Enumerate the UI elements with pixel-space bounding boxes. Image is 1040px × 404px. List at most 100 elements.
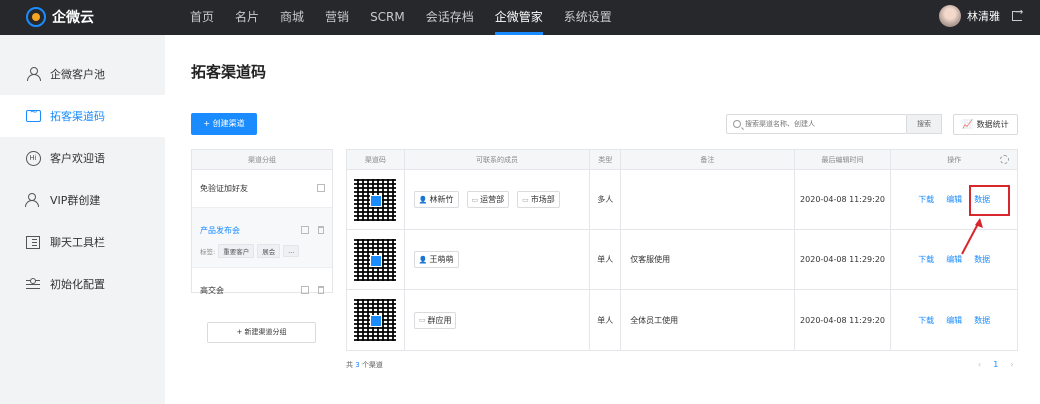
nav-item-cards[interactable]: 名片 (235, 0, 259, 35)
channel-group-panel: 渠道分组 免验证加好友 产品发布会 标签: 重要客户 展会 ... 高交会 (191, 149, 333, 295)
page-number[interactable]: 1 (993, 360, 998, 369)
table-row: 👤 王萌萌 单人 仅客服使用 2020-04-08 11:29:20 下载 编辑 … (347, 230, 1017, 290)
tag-more[interactable]: ... (283, 245, 300, 257)
sidebar-item-label: 客户欢迎语 (50, 152, 105, 165)
hi-icon: Hi (25, 150, 41, 166)
chat-icon (25, 107, 41, 124)
channel-count: 共 3 个渠道 (346, 360, 383, 370)
data-stats-button[interactable]: 📈 数据统计 (953, 114, 1018, 135)
pagination: ‹ 1 › (978, 360, 1014, 369)
folder-icon: ▭ (471, 195, 479, 204)
member-name: 运营部 (480, 195, 505, 204)
folder-icon: ▭ (418, 316, 426, 324)
member-name: 市场部 (530, 195, 555, 204)
data-link[interactable]: 数据 (974, 315, 990, 326)
highlight-box (969, 185, 1010, 216)
group-panel-header: 渠道分组 (192, 150, 332, 170)
nav-item-chat-archive[interactable]: 会话存档 (426, 0, 474, 35)
person-icon (25, 66, 41, 82)
table-row: 👤 林新竹 ▭ 运营部 ▭ 市场部 多人 2020-04-08 11:29:20 下载… (347, 170, 1017, 230)
nav-item-home[interactable]: 首页 (190, 0, 214, 35)
column-header: 可联系的成员 (405, 150, 591, 169)
user-name: 林清雅 (967, 10, 1000, 23)
edit-icon[interactable] (317, 184, 325, 192)
tag: 展会 (257, 244, 281, 258)
delete-icon[interactable] (318, 226, 324, 234)
column-header: 备注 (621, 150, 795, 169)
download-link[interactable]: 下载 (918, 315, 934, 326)
member-chip: 👤 林新竹 (413, 191, 459, 208)
sidebar-item-init-config[interactable]: 初始化配置 (0, 263, 165, 305)
new-group-button[interactable]: + 新建渠道分组 (207, 322, 316, 343)
brand-logo-icon (26, 7, 46, 27)
search-button[interactable]: 搜索 (907, 114, 942, 134)
create-channel-button[interactable]: + 创建渠道 (191, 113, 257, 135)
note-cell: 仅客服使用 (621, 230, 795, 289)
annotation-arrow-icon (961, 218, 983, 255)
gear-icon[interactable] (1000, 155, 1009, 164)
tag: 重要客户 (218, 244, 255, 258)
nav-item-marketing[interactable]: 营销 (325, 0, 349, 35)
column-header: 渠道码 (347, 150, 405, 169)
nav-item-scrm[interactable]: SCRM (370, 0, 405, 35)
download-link[interactable]: 下载 (918, 254, 934, 265)
search-box[interactable] (726, 114, 907, 134)
edit-icon[interactable] (301, 286, 309, 294)
member-chip: ▭ 群应用 (413, 311, 457, 329)
count-prefix: 共 (346, 361, 353, 369)
user-menu[interactable]: 林清雅 (939, 5, 1023, 27)
group-item[interactable]: 高交会 (192, 268, 332, 310)
chart-icon: 📈 (962, 119, 974, 130)
qr-code-icon[interactable] (354, 178, 397, 221)
group-name: 免验证加好友 (200, 184, 248, 193)
sidebar-item-welcome-message[interactable]: Hi 客户欢迎语 (0, 137, 165, 179)
group-name: 高交会 (200, 286, 224, 295)
edit-icon[interactable] (301, 226, 309, 234)
type-cell: 单人 (590, 230, 622, 289)
logout-icon[interactable] (1012, 7, 1023, 21)
main-nav: 首页 名片 商城 营销 SCRM 会话存档 企微管家 系统设置 (190, 0, 633, 35)
top-bar: 企微云 首页 名片 商城 营销 SCRM 会话存档 企微管家 系统设置 林清雅 (0, 0, 1040, 35)
group-item[interactable]: 免验证加好友 (192, 170, 332, 208)
sidebar: 企微客户池 拓客渠道码 Hi 客户欢迎语 VIP群创建 聊天工具栏 初始化配置 (0, 35, 165, 404)
delete-icon[interactable] (318, 286, 324, 294)
page-title: 拓客渠道码 (191, 63, 267, 81)
table-header: 渠道码 可联系的成员 类型 备注 最后编辑时间 操作 (347, 150, 1017, 170)
type-cell: 多人 (590, 170, 622, 229)
group-tags: 标签: 重要客户 展会 ... (200, 244, 300, 258)
slider-icon (25, 276, 41, 292)
type-cell: 单人 (590, 290, 622, 350)
sidebar-item-chat-toolbar[interactable]: 聊天工具栏 (0, 221, 165, 263)
sidebar-item-customer-pool[interactable]: 企微客户池 (0, 53, 165, 95)
sidebar-item-channel-code[interactable]: 拓客渠道码 (0, 95, 165, 137)
search-input[interactable] (745, 120, 895, 128)
next-page-icon[interactable]: › (1010, 360, 1013, 369)
member-name: 王萌萌 (429, 255, 454, 264)
sidebar-item-label: 初始化配置 (50, 278, 105, 291)
group-icon (25, 192, 41, 208)
qr-code-icon[interactable] (354, 238, 397, 281)
sidebar-item-vip-group[interactable]: VIP群创建 (0, 179, 165, 221)
member-name: 群应用 (427, 315, 452, 325)
table-row: ▭ 群应用 单人 全体员工使用 2020-04-08 11:29:20 下载 编辑… (347, 290, 1017, 350)
brand-logo[interactable]: 企微云 (26, 7, 94, 27)
data-stats-label: 数据统计 (976, 120, 1009, 129)
edit-link[interactable]: 编辑 (946, 315, 962, 326)
sidebar-item-label: 聊天工具栏 (50, 236, 105, 249)
download-link[interactable]: 下载 (918, 194, 934, 205)
time-cell: 2020-04-08 11:29:20 (795, 230, 892, 289)
avatar[interactable] (939, 5, 961, 27)
sidebar-item-label: VIP群创建 (50, 194, 101, 207)
edit-link[interactable]: 编辑 (946, 194, 962, 205)
prev-page-icon[interactable]: ‹ (978, 360, 981, 369)
nav-item-wecom-manager[interactable]: 企微管家 (494, 0, 543, 35)
sidebar-item-label: 企微客户池 (50, 68, 105, 81)
folder-icon: ▭ (522, 195, 529, 204)
member-chip: 👤 王萌萌 (413, 251, 459, 268)
qr-code-icon[interactable] (354, 299, 397, 341)
group-item[interactable]: 产品发布会 标签: 重要客户 展会 ... (192, 208, 332, 268)
time-cell: 2020-04-08 11:29:20 (795, 290, 892, 350)
time-cell: 2020-04-08 11:29:20 (795, 170, 892, 229)
nav-item-mall[interactable]: 商城 (280, 0, 304, 35)
nav-item-settings[interactable]: 系统设置 (564, 0, 612, 35)
